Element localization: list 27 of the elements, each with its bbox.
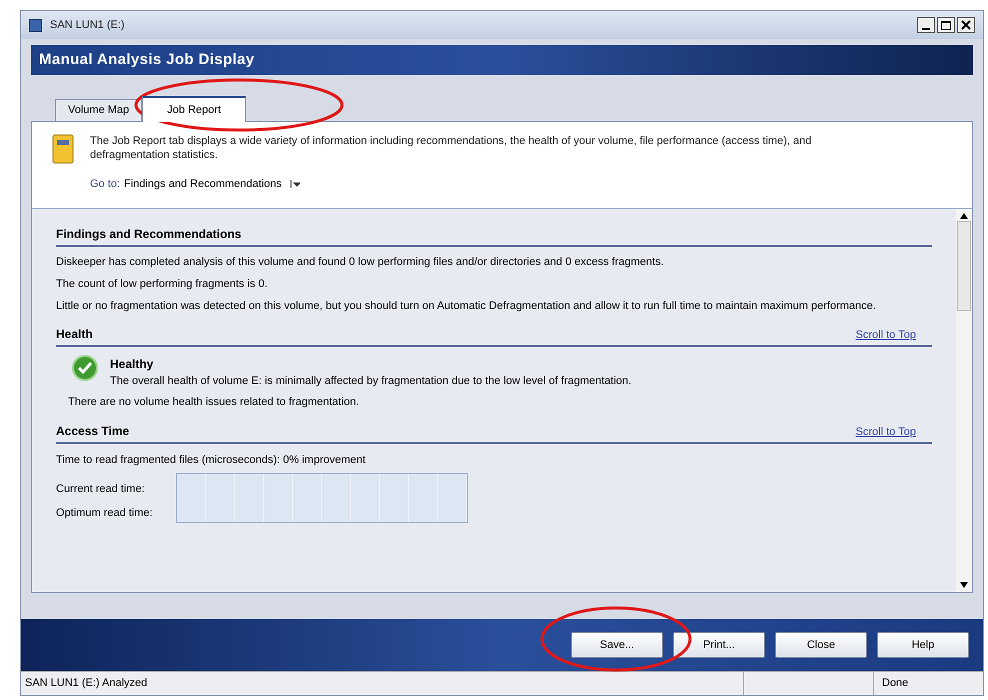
- section-heading: Health: [56, 326, 93, 343]
- info-text: The Job Report tab displays a wide variety of information including recommendations, the health of your volume, file performance (access time), and defragmentation statistics.: [90, 134, 812, 163]
- report-paragraph: Diskeeper has completed analysis of this volume and found 0 low performing files and/or directories and 0 excess fragments.: [56, 255, 665, 269]
- tab[interactable]: Volume Map: [55, 99, 142, 121]
- read-time-label: Optimum read time:: [56, 506, 154, 521]
- dialog-button[interactable]: Close: [775, 632, 867, 658]
- health-note: There are no volume health issues related to fragmentation.: [68, 394, 360, 410]
- header-title: Manual Analysis Job Display: [39, 50, 254, 70]
- scroll-to-top-link[interactable]: Scroll to Top: [856, 424, 916, 440]
- report-paragraph: Little or no fragmentation was detected on this volume, but you should turn on Automatic Defragmentation and allow it to run full time to maintain maximum performance.: [56, 299, 877, 313]
- section-heading: Findings and Recommendations: [56, 226, 242, 243]
- dialog-button[interactable]: Save...: [571, 632, 663, 658]
- tab[interactable]: Job Report: [142, 96, 246, 122]
- read-time-label: Current read time:: [56, 482, 146, 496]
- health-description: The overall health of volume E: is minimally affected by fragmentation due to the low level of fragmentation.: [110, 374, 632, 389]
- status-state: Done: [873, 672, 983, 695]
- report-paragraph: The count of low performing fragments is 0.: [56, 277, 269, 291]
- dialog-button[interactable]: Print...: [673, 632, 765, 658]
- status-message: SAN LUN1 (E:) Analyzed: [24, 676, 148, 692]
- goto-label: Go to:: [90, 177, 120, 192]
- access-summary: Time to read fragmented files (microseconds): 0% improvement: [56, 453, 367, 468]
- dialog-button[interactable]: Help: [877, 632, 969, 658]
- window-title: SAN LUN1 (E:): [50, 18, 125, 33]
- goto-dropdown[interactable]: Findings and Recommendations: [124, 176, 300, 192]
- scroll-to-top-link[interactable]: Scroll to Top: [856, 326, 916, 343]
- section-heading: Access Time: [56, 423, 130, 440]
- health-status: Healthy: [110, 356, 154, 373]
